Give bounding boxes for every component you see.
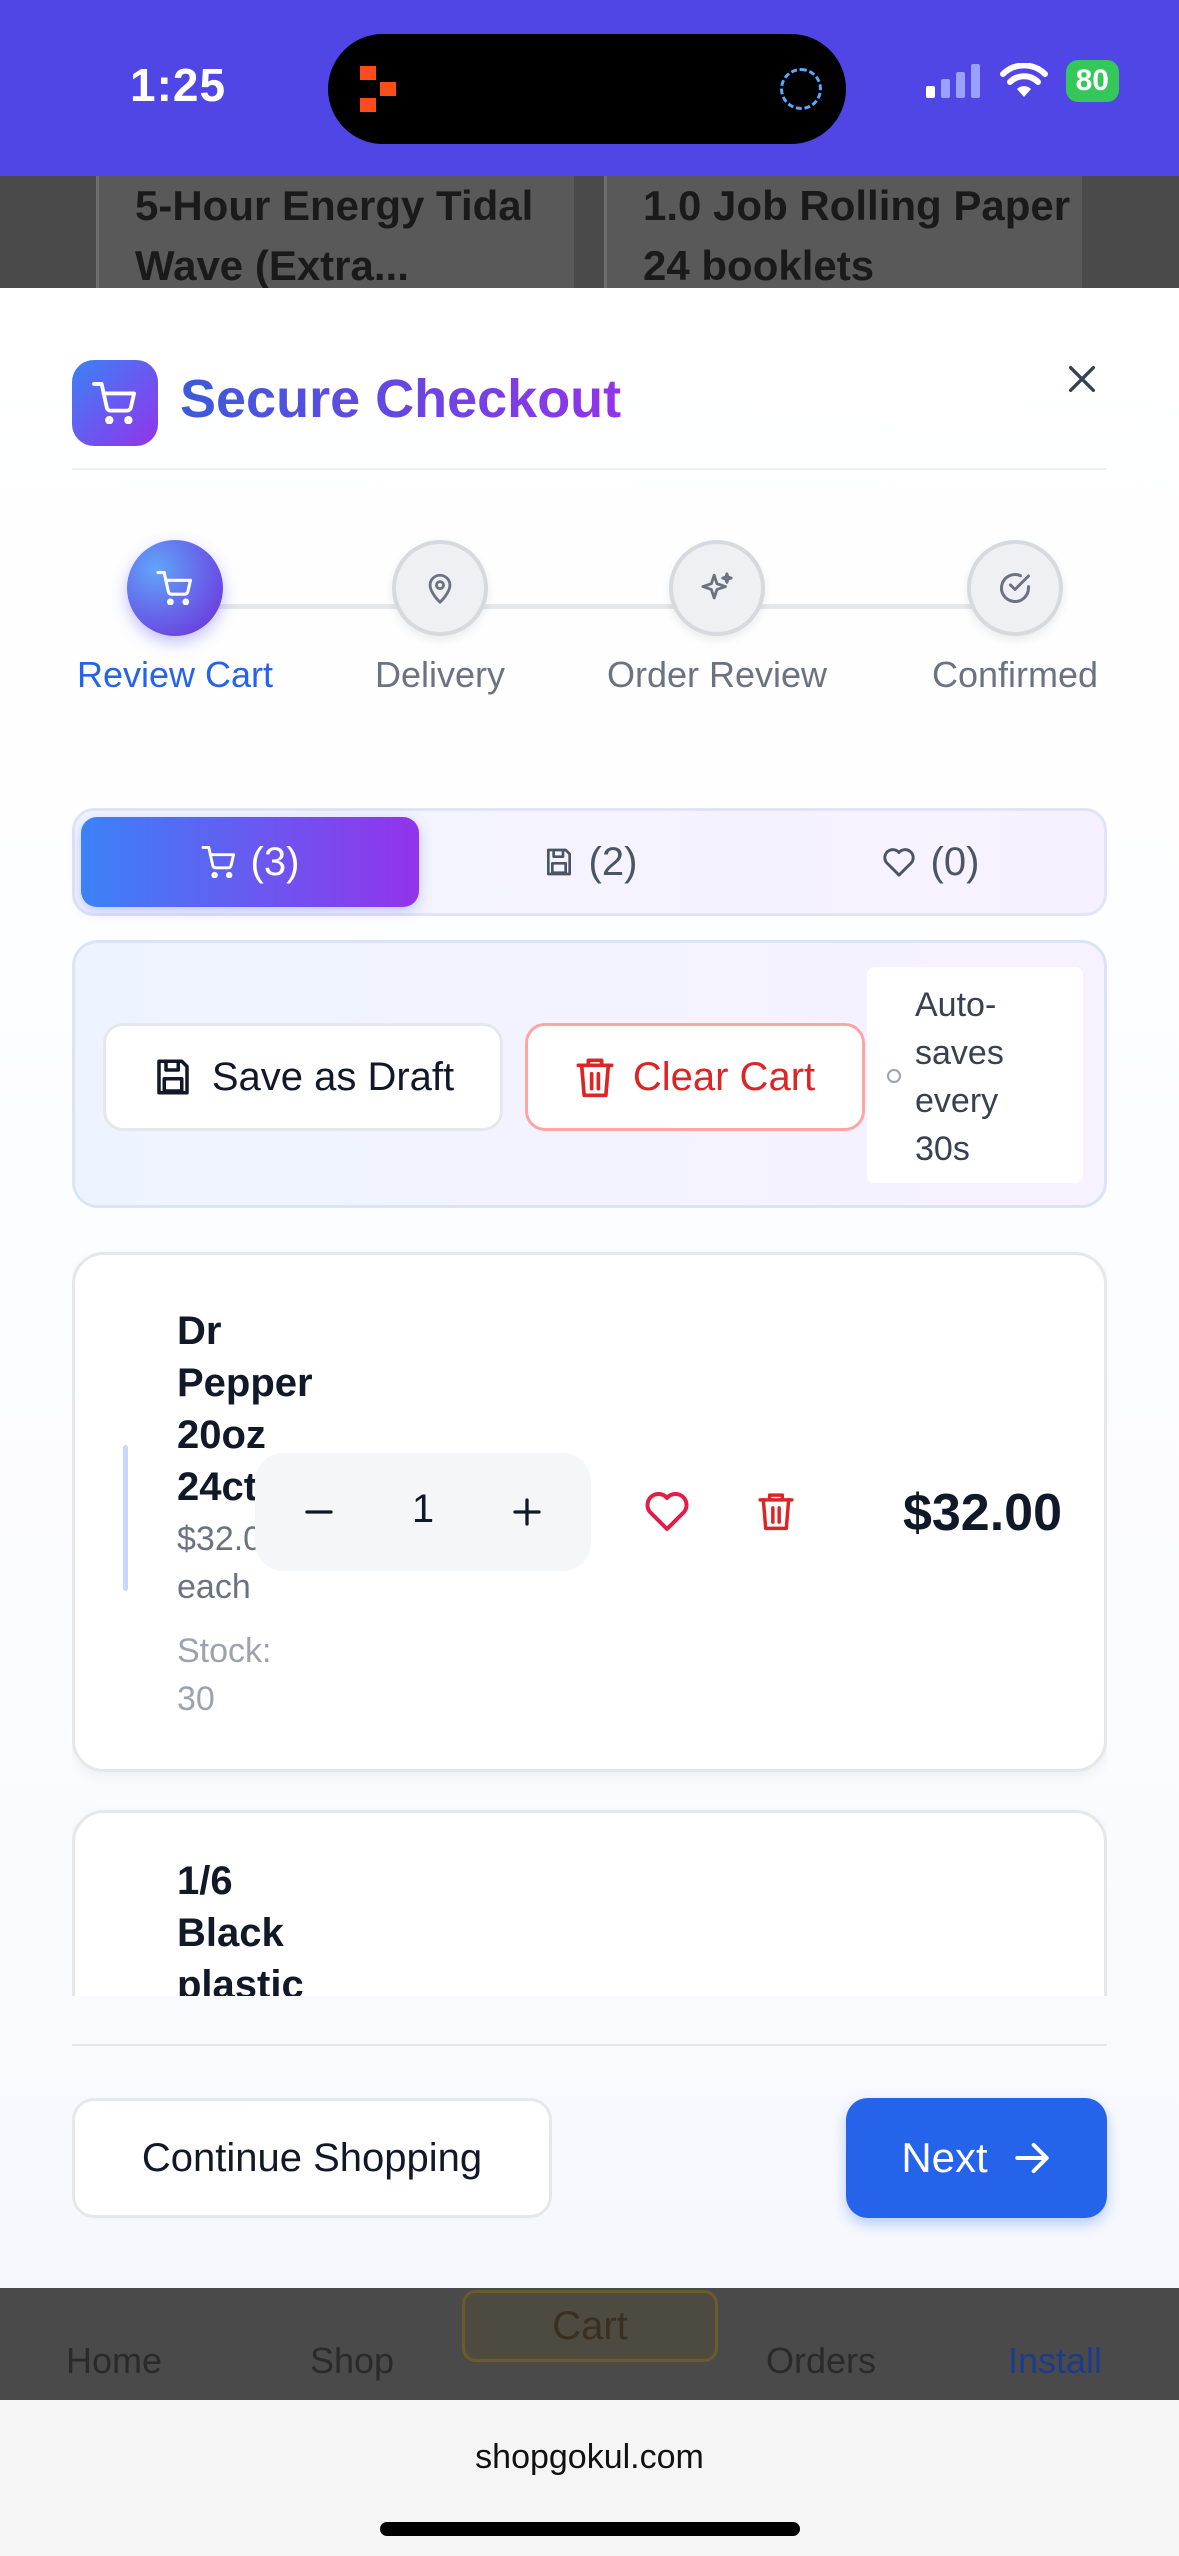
loading-ring-icon <box>780 68 822 110</box>
trash-icon <box>576 1058 614 1098</box>
url-text[interactable]: shopgokul.com <box>0 2438 1179 2477</box>
close-icon <box>1068 365 1096 393</box>
autosave-line: 30s <box>915 1130 970 1168</box>
tab-saved[interactable]: (2) <box>421 817 759 907</box>
item-name-line: plastic <box>177 1963 304 1996</box>
checkout-stepper: Review Cart Delivery Order Review Confir… <box>0 540 1179 710</box>
save-as-draft-button[interactable]: Save as Draft <box>103 1023 503 1131</box>
decrease-quantity-button[interactable] <box>289 1482 349 1542</box>
wifi-icon <box>999 63 1048 97</box>
quantity-stepper: 1 <box>255 1453 591 1571</box>
step-delivery: Delivery <box>320 540 560 696</box>
step-label: Delivery <box>374 654 506 695</box>
step-label: Confirmed <box>931 654 1099 695</box>
dynamic-island <box>328 34 846 144</box>
step-circle <box>669 540 765 636</box>
background-nav-home: Home <box>66 2340 163 2381</box>
item-accent-bar <box>123 1445 128 1591</box>
autosave-line: every <box>915 1082 999 1120</box>
clock-icon <box>887 1069 901 1083</box>
modal-footer-divider <box>72 2044 1107 2046</box>
cart-icon <box>201 846 235 878</box>
item-name-line: 1/6 <box>177 1859 233 1903</box>
item-stock-line: Stock: <box>177 1632 272 1670</box>
cart-icon <box>156 571 192 605</box>
step-circle <box>127 540 223 636</box>
item-name-line: Black <box>177 1911 284 1955</box>
remove-item-button[interactable] <box>751 1483 801 1539</box>
sparkles-icon <box>701 572 733 600</box>
continue-shopping-button[interactable]: Continue Shopping <box>72 2098 552 2218</box>
status-indicators: 80 <box>925 60 1119 102</box>
cart-item-list[interactable]: Dr Pepper 20oz 24ct $32.00 each Stock: 3… <box>72 1246 1107 1996</box>
item-stock-line: 30 <box>177 1680 215 1718</box>
next-label: Next <box>901 2134 988 2181</box>
tab-wishlist-count: (0) <box>930 839 980 884</box>
step-circle <box>967 540 1063 636</box>
cart-actions-panel: Save as Draft Clear Cart Auto- saves eve… <box>72 940 1107 1208</box>
step-order-review: Order Review <box>597 540 837 696</box>
item-stock: Stock: 30 <box>177 1627 297 1723</box>
app-activity-icon <box>360 66 396 112</box>
background-nav-install: Install <box>1008 2340 1103 2381</box>
close-button[interactable] <box>1057 354 1107 404</box>
background-nav-shop: Shop <box>310 2340 395 2381</box>
arrow-right-icon <box>1014 2142 1049 2174</box>
next-button[interactable]: Next <box>846 2098 1107 2218</box>
clear-cart-button[interactable]: Clear Cart <box>525 1023 865 1131</box>
item-name: 1/6 Black plastic <box>177 1855 337 1996</box>
save-icon <box>157 1059 189 1095</box>
home-indicator <box>380 2522 800 2536</box>
heart-icon <box>882 848 915 877</box>
cart-item: 1/6 Black plastic <box>72 1810 1107 1996</box>
step-review-cart: Review Cart <box>55 540 295 696</box>
heart-icon <box>645 1492 689 1531</box>
checkout-logo <box>72 360 158 446</box>
cart-icon <box>92 382 136 424</box>
minus-icon <box>305 1510 333 1514</box>
step-confirmed: Confirmed <box>895 540 1135 696</box>
add-to-wishlist-button[interactable] <box>639 1483 695 1539</box>
item-name-line: Dr <box>177 1309 222 1353</box>
cart-item: Dr Pepper 20oz 24ct $32.00 each Stock: 3… <box>72 1252 1107 1772</box>
tab-cart-count: (3) <box>250 839 300 884</box>
trash-icon <box>758 1493 794 1531</box>
cellular-signal-icon <box>925 64 980 98</box>
tab-cart[interactable]: (3) <box>81 817 419 907</box>
step-label: Review Cart <box>76 654 274 695</box>
background-nav-cart: Cart <box>462 2290 718 2362</box>
background-nav-orders: Orders <box>766 2340 877 2381</box>
browser-url-bar: shopgokul.com <box>0 2400 1179 2556</box>
save-icon <box>546 848 571 876</box>
status-time: 1:25 <box>130 59 227 111</box>
plus-icon <box>513 1498 541 1526</box>
status-bar: 1:25 80 <box>0 0 1179 176</box>
clear-cart-label: Clear Cart <box>632 1054 816 1099</box>
checkout-modal: Secure Checkout Review Cart Delivery Ord… <box>0 288 1179 2288</box>
cart-tabs: (3) (2) (0) <box>72 808 1107 916</box>
increase-quantity-button[interactable] <box>497 1482 557 1542</box>
autosave-notice: Auto- saves every 30s <box>867 967 1083 1183</box>
modal-title: Secure Checkout <box>180 369 622 429</box>
autosave-line: Auto- <box>915 986 997 1024</box>
background-product-row: 5-Hour Energy Tidal Wave (Extra... 1.0 J… <box>0 176 1179 289</box>
background-product-card: 1.0 Job Rolling Paper 24 booklets <box>604 176 1082 289</box>
battery-indicator: 80 <box>1065 60 1119 102</box>
autosave-line: saves <box>915 1034 1004 1072</box>
item-total-price: $32.00 <box>902 1484 1062 1542</box>
tab-saved-count: (2) <box>588 839 638 884</box>
step-label: Order Review <box>606 654 828 695</box>
modal-header: Secure Checkout <box>72 360 1107 470</box>
check-circle-icon <box>1000 573 1030 603</box>
quantity-value: 1 <box>411 1487 435 1531</box>
item-name-line: Pepper <box>177 1361 313 1405</box>
save-as-draft-label: Save as Draft <box>211 1054 455 1099</box>
step-circle <box>392 540 488 636</box>
map-pin-icon <box>428 573 452 604</box>
background-product-card: 5-Hour Energy Tidal Wave (Extra... <box>96 176 574 289</box>
tab-wishlist[interactable]: (0) <box>761 817 1099 907</box>
